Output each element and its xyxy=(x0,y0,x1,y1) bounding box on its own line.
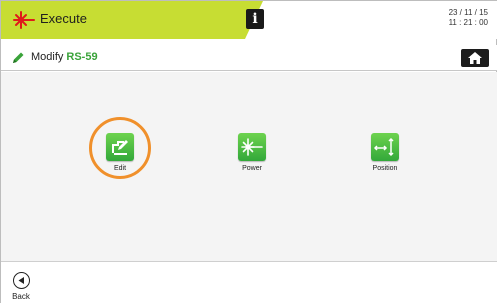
route-code: RS-59 xyxy=(66,51,98,63)
back-button[interactable]: Back xyxy=(9,272,33,301)
datetime: 23 / 11 / 15 11 : 21 : 00 xyxy=(449,8,488,28)
back-arrow-icon xyxy=(12,272,30,289)
laser-power-icon xyxy=(238,133,266,161)
position-button[interactable]: Position xyxy=(355,133,415,172)
subheader-label: Modify xyxy=(31,51,64,63)
position-icon xyxy=(371,133,399,161)
subheader-bar: Modify RS-59 xyxy=(1,45,497,71)
title-banner: Execute xyxy=(1,1,263,39)
time-text: 11 : 21 : 00 xyxy=(448,18,488,27)
home-button[interactable] xyxy=(461,49,489,67)
power-button[interactable]: Power xyxy=(222,133,282,172)
device-screen: Execute i 23 / 11 / 15 11 : 21 : 00 Modi… xyxy=(0,0,497,303)
edit-label: Edit xyxy=(113,165,127,172)
top-bar: Execute i 23 / 11 / 15 11 : 21 : 00 xyxy=(1,1,497,39)
back-label: Back xyxy=(12,292,30,301)
home-icon xyxy=(468,52,482,64)
page-title: Execute xyxy=(40,11,87,26)
date-text: 23 / 11 / 15 xyxy=(448,8,488,17)
power-label: Power xyxy=(242,165,262,172)
edit-icon xyxy=(106,133,134,161)
info-button[interactable]: i xyxy=(246,9,264,29)
edit-button[interactable]: Edit xyxy=(90,133,150,172)
position-label: Position xyxy=(372,165,398,172)
pencil-icon xyxy=(13,52,24,63)
laser-icon xyxy=(13,11,35,29)
subheader-title: Modify RS-59 xyxy=(31,51,98,63)
function-panel: Edit Power Position xyxy=(1,72,497,261)
bottom-bar: Back xyxy=(1,261,497,303)
